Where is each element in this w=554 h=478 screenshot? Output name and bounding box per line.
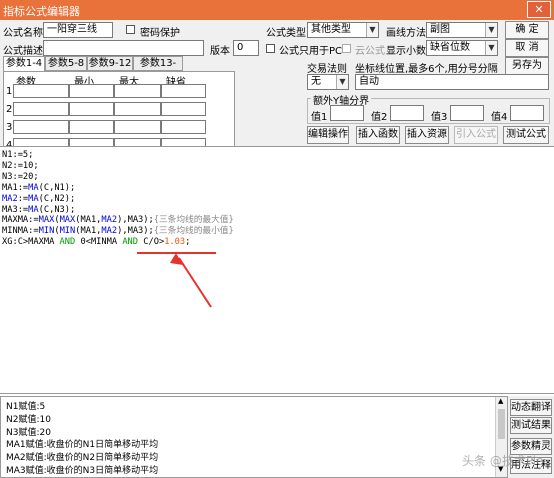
yaxis-input-4[interactable]	[510, 105, 544, 121]
insert-function-button[interactable]: 插入函数	[356, 126, 400, 144]
watermark: 头条 @技术Pie	[462, 454, 544, 468]
tab-param-5-8[interactable]: 参数5-8	[45, 56, 87, 71]
decimals-value: 缺省位数	[430, 42, 470, 53]
param-row-index: 3	[6, 122, 13, 133]
chevron-down-icon: ▼	[336, 75, 348, 89]
param-default-cell[interactable]	[161, 102, 206, 116]
scroll-thumb[interactable]	[498, 409, 505, 439]
draw-method-label: 画线方法	[386, 28, 426, 39]
param-name-cell[interactable]	[13, 102, 69, 116]
draw-method-select[interactable]: 副图 ▼	[426, 22, 498, 38]
pc-only-label: 公式只用于PC	[279, 46, 343, 57]
output-line: N3赋值:20	[6, 427, 51, 438]
formula-desc-label: 公式描述	[3, 46, 43, 57]
cloud-label: 云公式	[355, 46, 385, 57]
trade-rule-select[interactable]: 无 ▼	[307, 74, 349, 90]
param-max-cell[interactable]	[114, 84, 161, 98]
trade-rule-label: 交易法则	[307, 64, 347, 75]
coord-label: 坐标线位置,最多6个,用分号分隔	[355, 64, 498, 75]
param-row-index: 1	[6, 86, 13, 97]
tab-param-13-16[interactable]: 参数13-16	[133, 56, 183, 83]
arrowhead-icon	[170, 253, 183, 265]
yaxis-input-2[interactable]	[390, 105, 424, 121]
yaxis-label-1: 值1	[311, 112, 328, 123]
formula-name-input[interactable]: 一阳穿三线	[43, 22, 113, 38]
coord-input[interactable]: 自动	[355, 74, 549, 90]
window-title: 指标公式编辑器	[3, 5, 80, 18]
param-default-cell[interactable]	[161, 120, 206, 134]
yaxis-input-1[interactable]	[330, 105, 364, 121]
output-line: MA2赋值:收盘价的N2日简单移动平均	[6, 453, 159, 464]
decimals-select[interactable]: 缺省位数 ▼	[426, 40, 498, 56]
version-input[interactable]: 0	[233, 40, 259, 56]
yaxis-label-4: 值4	[491, 112, 508, 123]
param-min-cell[interactable]	[69, 120, 114, 134]
param-min-cell[interactable]	[69, 102, 114, 116]
yaxis-label-3: 值3	[431, 112, 448, 123]
draw-method-value: 副图	[430, 24, 450, 35]
trade-rule-value: 无	[311, 76, 321, 87]
param-row-index: 2	[6, 104, 13, 115]
formula-type-select[interactable]: 其他类型 ▼	[307, 22, 379, 38]
output-line: N1赋值:5	[6, 402, 46, 412]
param-max-cell[interactable]	[114, 102, 161, 116]
title-bar: 指标公式编辑器 ✕	[0, 0, 554, 20]
tab-param-1-4[interactable]: 参数1-4	[3, 56, 45, 72]
insert-resource-button[interactable]: 插入资源	[405, 126, 449, 144]
param-name-cell[interactable]	[13, 120, 69, 134]
arrow-annotation	[178, 257, 212, 308]
test-formula-button[interactable]: 测试公式	[503, 126, 549, 144]
output-pane: N1赋值:5 N2赋值:10 N3赋值:20 MA1赋值:收盘价的N1日简单移动平均 M…	[0, 396, 508, 478]
yaxis-input-3[interactable]	[450, 105, 484, 121]
param-min-cell[interactable]	[69, 84, 114, 98]
param-default-cell[interactable]	[161, 84, 206, 98]
chevron-down-icon: ▼	[485, 41, 497, 55]
formula-desc-input[interactable]	[43, 40, 204, 56]
yaxis-label-2: 值2	[371, 112, 388, 123]
annotation-overlay	[137, 252, 216, 308]
test-result-button[interactable]: 测试结果	[510, 417, 552, 434]
dynamic-translate-button[interactable]: 动态翻译	[510, 399, 552, 416]
pc-only-checkbox[interactable]	[266, 44, 275, 53]
formula-name-label: 公式名称	[3, 28, 43, 39]
chevron-down-icon: ▼	[485, 23, 497, 37]
cloud-checkbox[interactable]	[342, 44, 351, 53]
ok-button[interactable]: 确 定	[505, 21, 549, 39]
decimals-label: 显示小数	[386, 46, 426, 57]
password-checkbox[interactable]	[126, 25, 135, 34]
code-editor[interactable]: N1:=5; N2:=10; N3:=20; MA1:=MA(C,N1); MA2:=M…	[0, 146, 554, 394]
formula-type-value: 其他类型	[311, 24, 351, 35]
tab-param-9-12[interactable]: 参数9-12	[87, 56, 133, 71]
settings-panel: 公式名称 一阳穿三线 密码保护 公式类型 其他类型 ▼ 画线方法 副图 ▼ 确 …	[0, 20, 554, 161]
scroll-up-icon[interactable]: ▲	[498, 397, 503, 405]
formula-type-label: 公式类型	[266, 28, 306, 39]
chevron-down-icon: ▼	[366, 23, 378, 37]
output-line: N2赋值:10	[6, 414, 51, 425]
param-name-cell[interactable]	[13, 84, 69, 98]
cancel-button[interactable]: 取 消	[505, 39, 549, 57]
save-as-button[interactable]: 另存为	[505, 57, 549, 75]
password-label: 密码保护	[140, 28, 180, 39]
version-label: 版本	[210, 46, 230, 57]
param-max-cell[interactable]	[114, 120, 161, 134]
output-line: MA1赋值:收盘价的N1日简单移动平均	[6, 440, 159, 451]
output-line: MA3赋值:收盘价的N3日简单移动平均	[6, 466, 159, 476]
close-icon[interactable]: ✕	[527, 1, 551, 18]
edit-ops-button[interactable]: 编辑操作	[307, 126, 349, 144]
import-formula-button[interactable]: 引入公式	[454, 126, 498, 144]
